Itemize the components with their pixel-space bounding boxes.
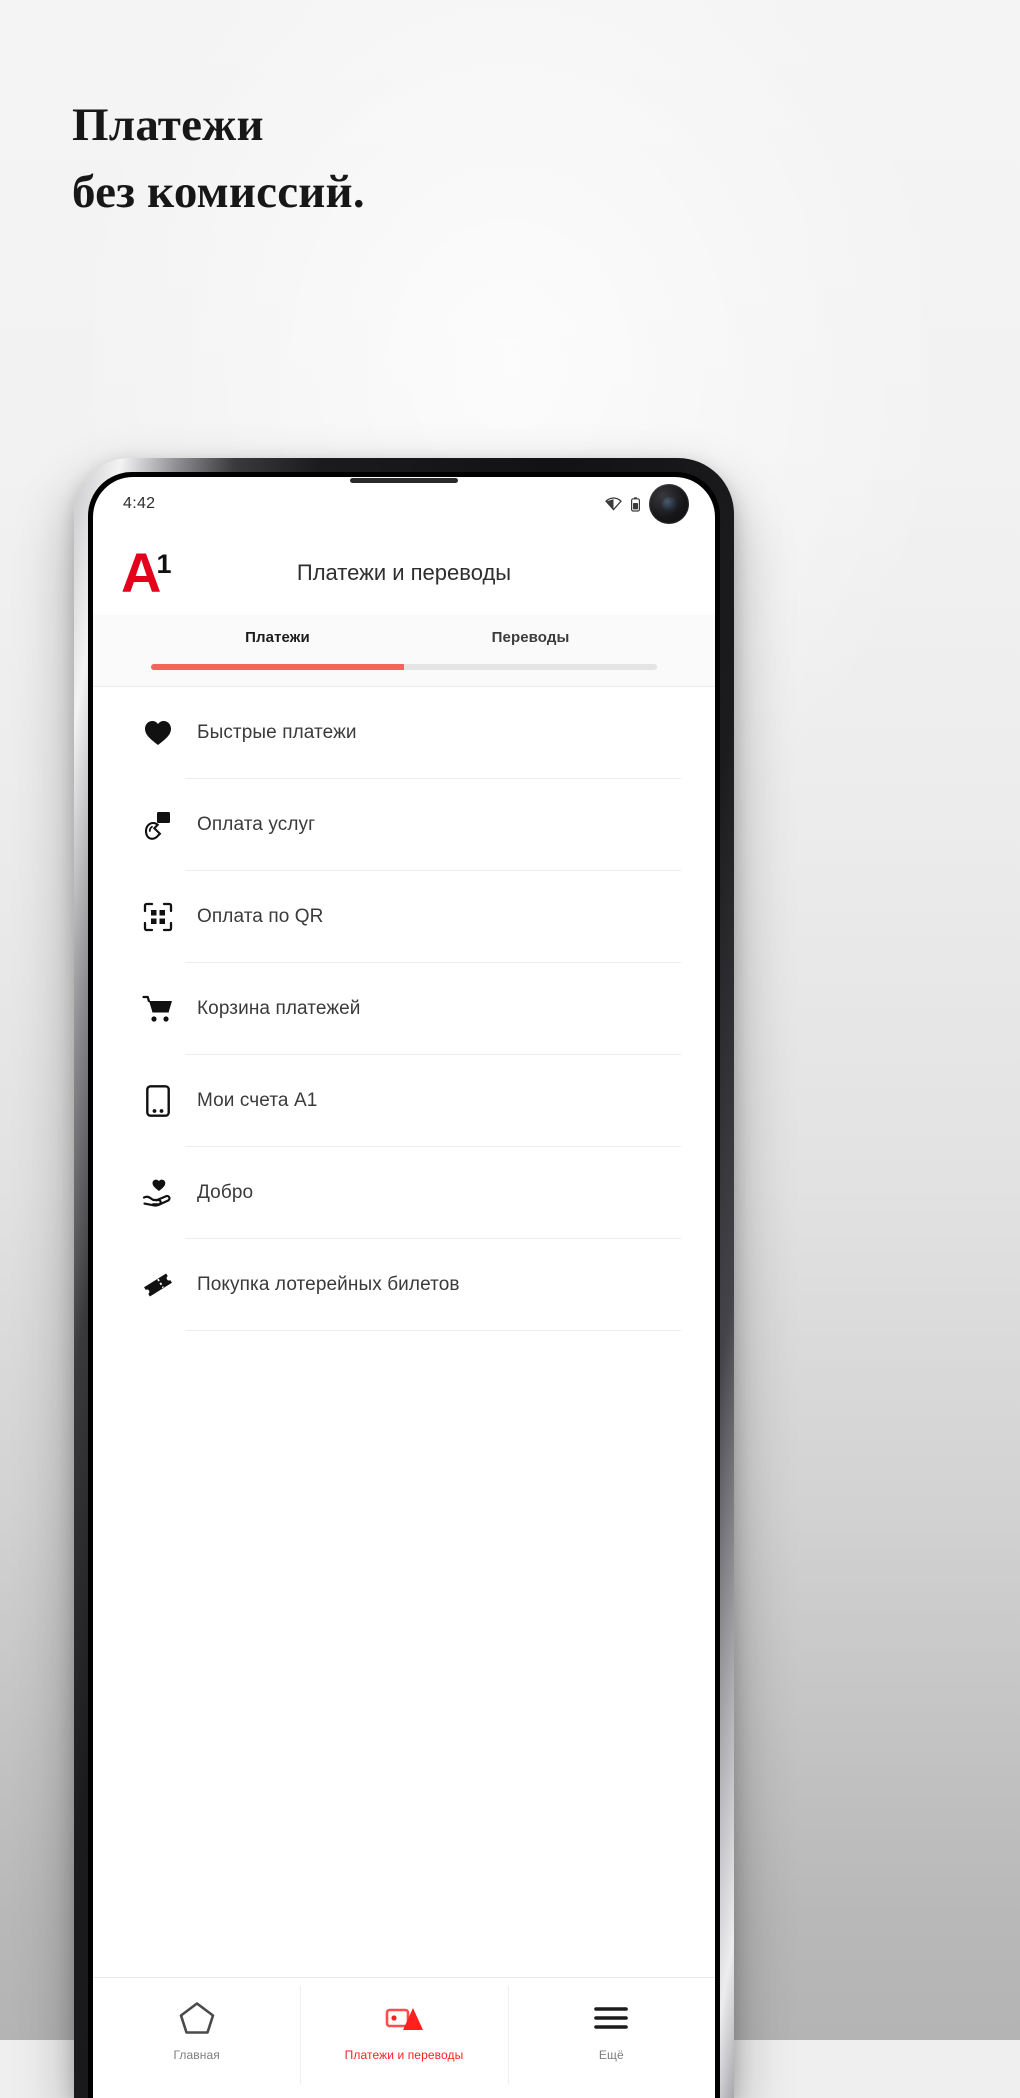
front-camera-cutout bbox=[649, 484, 689, 524]
tab-bar: Платежи Переводы bbox=[93, 615, 715, 687]
phone-bezel: 4:42 A 1 Платежи и переводы Платежи Пере… bbox=[88, 472, 720, 2098]
list-item[interactable]: Мои счета A1 bbox=[93, 1055, 715, 1147]
tab-transfers[interactable]: Переводы bbox=[404, 629, 657, 664]
qr-scan-icon bbox=[131, 902, 185, 932]
status-bar-icons bbox=[605, 484, 689, 524]
payments-menu-list: Быстрые платежи Оплата услуг Оплата по Q… bbox=[93, 687, 715, 1977]
list-item[interactable]: Покупка лотерейных билетов bbox=[93, 1239, 715, 1331]
list-item[interactable]: Оплата услуг bbox=[93, 779, 715, 871]
list-item[interactable]: Добро bbox=[93, 1147, 715, 1239]
wifi-icon bbox=[605, 497, 622, 511]
a1-logo-digit: 1 bbox=[156, 548, 172, 579]
list-item-label: Добро bbox=[197, 1182, 254, 1203]
home-icon bbox=[177, 1998, 217, 2038]
battery-icon bbox=[631, 496, 640, 512]
heart-icon bbox=[131, 719, 185, 747]
list-item-label: Оплата услуг bbox=[197, 814, 316, 835]
promo-headline: Платежи без комиссий. bbox=[72, 99, 365, 218]
payments-icon bbox=[383, 1998, 425, 2038]
app-header: A 1 Платежи и переводы bbox=[93, 531, 715, 615]
a1-logo[interactable]: A 1 bbox=[121, 540, 172, 604]
bottom-navigation: Главная Платежи и переводы Ещё bbox=[93, 1977, 715, 2098]
nav-item-more[interactable]: Ещё bbox=[507, 1978, 715, 2098]
tab-labels: Платежи Переводы bbox=[93, 629, 715, 664]
earpiece-speaker bbox=[350, 478, 458, 483]
nav-item-payments[interactable]: Платежи и переводы bbox=[300, 1978, 507, 2098]
menu-burger-icon bbox=[591, 1998, 631, 2038]
list-item[interactable]: Быстрые платежи bbox=[93, 687, 715, 779]
status-bar-time: 4:42 bbox=[123, 495, 156, 512]
tap-to-pay-icon bbox=[131, 810, 185, 840]
tab-indicator-track bbox=[151, 664, 657, 670]
nav-item-home[interactable]: Главная bbox=[93, 1978, 300, 2098]
list-item-label: Покупка лотерейных билетов bbox=[197, 1274, 460, 1295]
tab-indicator-active bbox=[151, 664, 404, 670]
list-item[interactable]: Оплата по QR bbox=[93, 871, 715, 963]
phone-mockup: 4:42 A 1 Платежи и переводы Платежи Пере… bbox=[74, 458, 734, 2098]
hand-heart-icon bbox=[131, 1178, 185, 1208]
nav-label-payments: Платежи и переводы bbox=[344, 2048, 464, 2062]
phone-screen: 4:42 A 1 Платежи и переводы Платежи Пере… bbox=[93, 477, 715, 2098]
tab-payments[interactable]: Платежи bbox=[151, 629, 404, 664]
nav-label-home: Главная bbox=[173, 2048, 220, 2062]
tab-indicator-inactive bbox=[404, 664, 657, 670]
smartphone-icon bbox=[131, 1085, 185, 1117]
list-item-label: Корзина платежей bbox=[197, 998, 361, 1019]
a1-logo-letter: A bbox=[121, 540, 161, 604]
list-item[interactable]: Корзина платежей bbox=[93, 963, 715, 1055]
status-bar: 4:42 bbox=[93, 477, 715, 531]
list-item-label: Оплата по QR bbox=[197, 906, 324, 927]
list-separator bbox=[185, 1330, 681, 1331]
list-item-label: Быстрые платежи bbox=[197, 722, 357, 743]
ticket-icon bbox=[131, 1271, 185, 1299]
nav-label-more: Ещё bbox=[598, 2048, 624, 2062]
page-title: Платежи и переводы bbox=[296, 560, 512, 585]
list-item-label: Мои счета A1 bbox=[197, 1090, 318, 1111]
shopping-cart-icon bbox=[131, 995, 185, 1023]
